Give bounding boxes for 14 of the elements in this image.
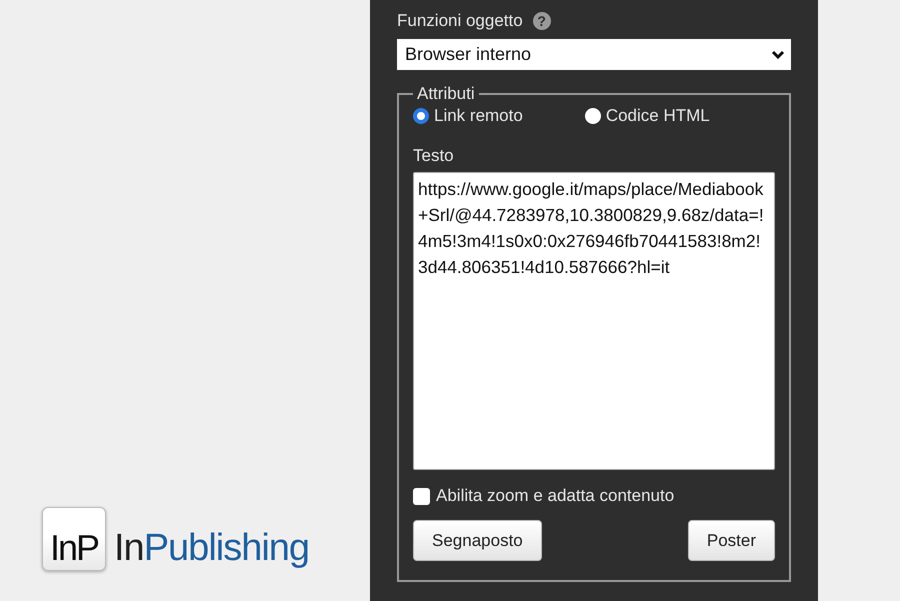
text-area[interactable]: https://www.google.it/maps/place/Mediabook+Srl/@44.7283978,10.3800829,9.68z/data=!4m5!3m4!1s0x0:0x276946fb70441583!8m2!3d44.806351!4d10.587666?hl=it — [413, 172, 775, 470]
action-button[interactable]: Poster — [688, 520, 775, 561]
chevron-down-icon — [771, 50, 785, 60]
logo-wordmark: InPublishing — [114, 529, 310, 567]
field-label: Testo — [413, 146, 455, 166]
field-label: Funzioni oggetto — [397, 11, 523, 31]
logo-icon: InP — [42, 507, 106, 571]
group-legend: Attributi — [413, 84, 479, 104]
radio-option[interactable]: Link remoto — [413, 106, 523, 126]
checkbox-option[interactable]: Abilita zoom e adatta contenuto — [413, 486, 776, 506]
action-button[interactable]: Segnaposto — [413, 520, 542, 561]
help-icon[interactable]: ? — [532, 12, 551, 30]
function-dropdown[interactable]: Browser interno — [397, 39, 791, 70]
radio-option[interactable]: Codice HTML — [584, 106, 710, 126]
